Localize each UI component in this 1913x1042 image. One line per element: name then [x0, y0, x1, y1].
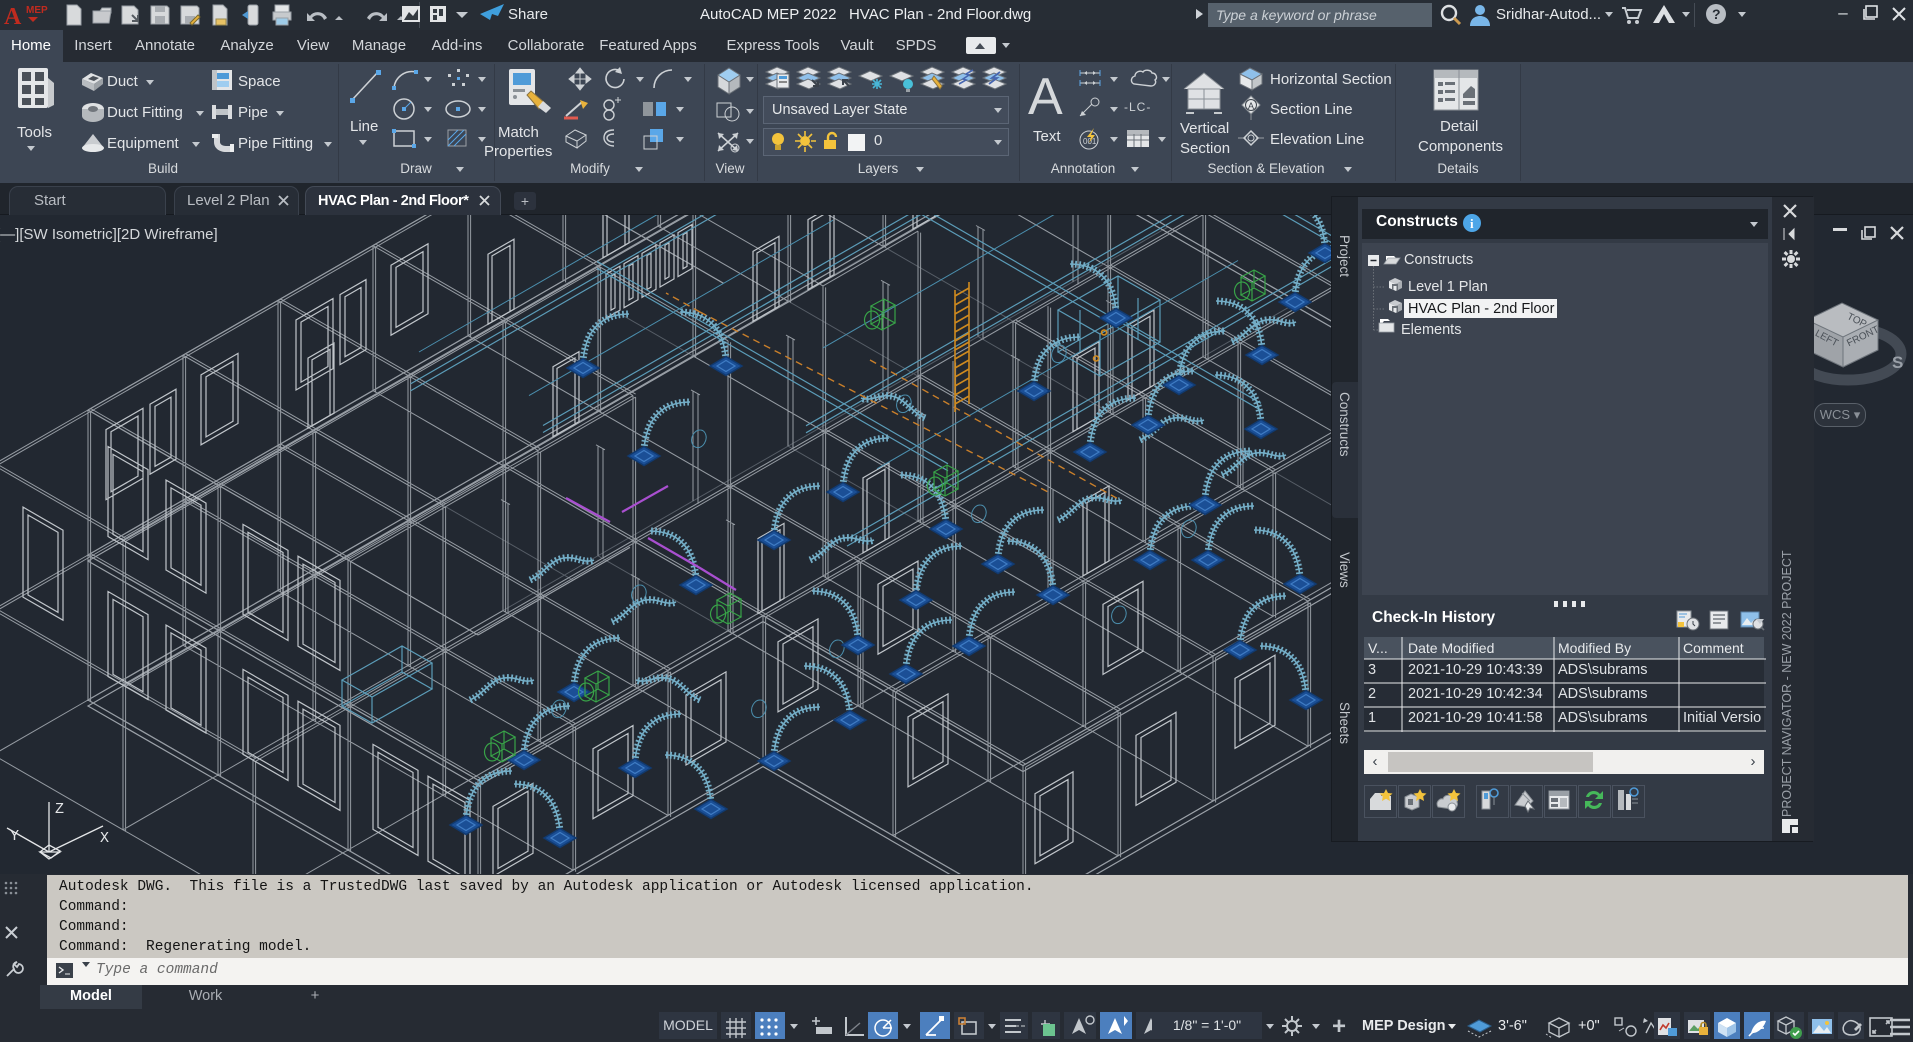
- svg-text:Elements: Elements: [1401, 322, 1461, 338]
- svg-text:X: X: [100, 830, 109, 847]
- svg-text:A: A: [1028, 68, 1063, 126]
- svg-text:Y: Y: [10, 828, 19, 845]
- svg-text:A: A: [4, 4, 22, 30]
- svg-text:A: A: [1248, 101, 1254, 111]
- svg-text:Constructs: Constructs: [1404, 252, 1473, 268]
- svg-text:HVAC Plan - 2nd Floor: HVAC Plan - 2nd Floor: [1408, 301, 1555, 317]
- svg-text:i: i: [1470, 216, 1474, 231]
- svg-text:MEP: MEP: [26, 5, 48, 16]
- svg-text:Level 1 Plan: Level 1 Plan: [1408, 279, 1488, 295]
- svg-text:?: ?: [1712, 6, 1721, 22]
- svg-text:Z: Z: [55, 801, 64, 818]
- svg-text:S: S: [1892, 353, 1903, 372]
